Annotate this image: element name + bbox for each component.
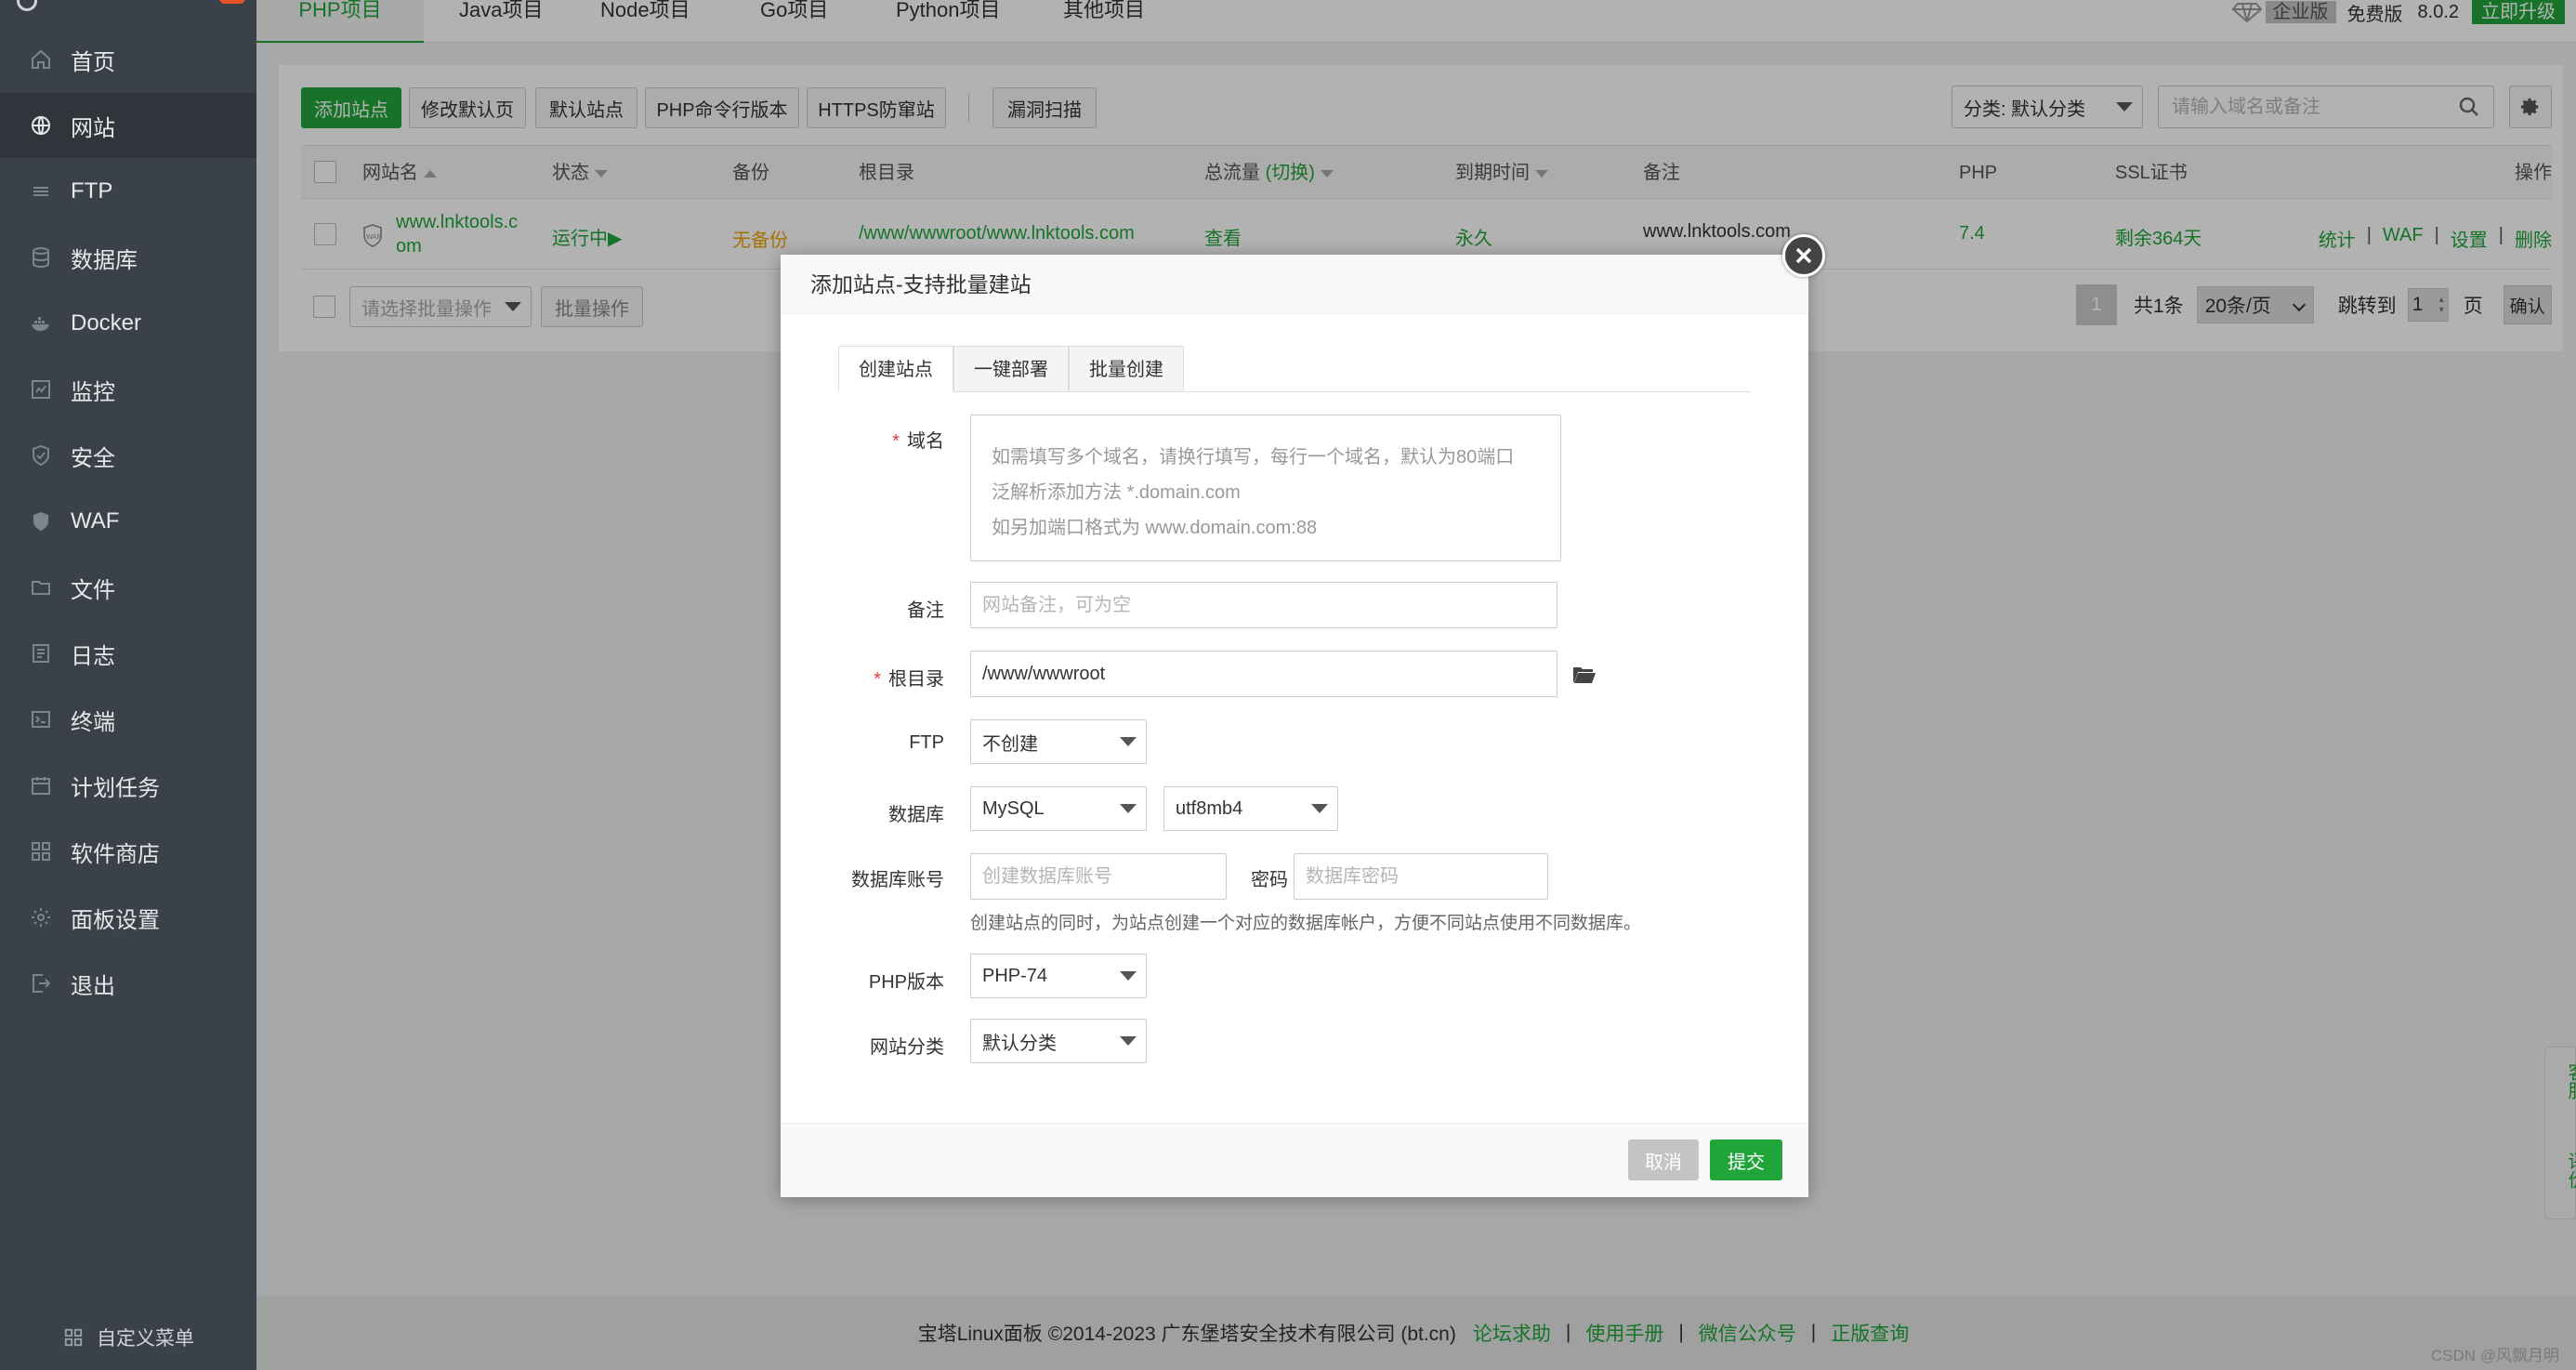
log-icon	[30, 642, 52, 665]
logout-icon	[30, 972, 52, 995]
sidebar-item-label: 数据库	[71, 247, 138, 273]
sidebar-item-label: WAF	[71, 508, 120, 534]
sidebar-item-terminal[interactable]: 终端	[0, 687, 256, 752]
notification-badge[interactable]	[219, 0, 245, 4]
chevron-down-icon	[1120, 737, 1137, 746]
tab-create-site[interactable]: 创建站点	[838, 346, 953, 392]
required-mark: *	[874, 669, 881, 690]
cancel-button[interactable]: 取消	[1628, 1139, 1699, 1180]
database-type-value: MySQL	[982, 797, 1045, 819]
sidebar-item-label: 安全	[71, 445, 115, 471]
sidebar-item-monitor[interactable]: 监控	[0, 357, 256, 422]
sidebar-item-label: 首页	[71, 49, 115, 75]
sidebar-item-security[interactable]: 安全	[0, 423, 256, 488]
sidebar: 首页 网站 FTP 数据库 Docker 监控 安全 WAF 文件 日志 终端	[0, 0, 256, 1370]
database-label: 数据库	[888, 805, 944, 825]
sidebar-item-label: FTP	[71, 178, 113, 204]
ftp-select[interactable]: 不创建	[970, 719, 1147, 764]
chevron-down-icon	[1311, 804, 1328, 813]
add-site-dialog: 添加站点-支持批量建站 创建站点 一键部署 批量创建 * 域名 备注 * 根目录 F…	[781, 255, 1808, 1197]
sidebar-item-label: 终端	[71, 709, 115, 735]
ftp-label: FTP	[909, 732, 944, 753]
db-account-input[interactable]	[970, 853, 1227, 900]
monitor-icon	[30, 378, 52, 401]
database-icon	[30, 246, 52, 269]
chevron-down-icon	[1120, 1036, 1137, 1046]
root-dir-label: * 根目录	[781, 664, 944, 691]
sidebar-item-store[interactable]: 软件商店	[0, 819, 256, 884]
note-input[interactable]	[970, 582, 1557, 628]
sidebar-item-database[interactable]: 数据库	[0, 225, 256, 290]
close-icon	[1794, 246, 1813, 265]
docker-icon	[30, 312, 52, 335]
database-type-select[interactable]: MySQL	[970, 786, 1147, 831]
custom-menu-button[interactable]: 自定义菜单	[63, 1324, 194, 1351]
sidebar-item-docker[interactable]: Docker	[0, 291, 256, 356]
sidebar-item-label: 面板设置	[71, 907, 160, 933]
site-category-label: 网站分类	[870, 1037, 944, 1058]
sidebar-item-label: 网站	[71, 115, 115, 141]
database-charset-select[interactable]: utf8mb4	[1163, 786, 1338, 831]
required-mark: *	[892, 431, 900, 452]
close-dialog-button[interactable]	[1782, 234, 1825, 277]
ftp-icon	[30, 180, 52, 203]
logo-icon	[17, 0, 37, 11]
sidebar-item-files[interactable]: 文件	[0, 555, 256, 620]
sidebar-item-waf[interactable]: WAF	[0, 489, 256, 554]
sidebar-item-label: 监控	[71, 379, 115, 405]
db-password-input[interactable]	[1294, 853, 1548, 900]
sidebar-item-ftp[interactable]: FTP	[0, 159, 256, 224]
folder-open-icon[interactable]	[1572, 665, 1597, 685]
domain-textarea[interactable]	[970, 415, 1561, 561]
gear-icon	[30, 906, 52, 929]
database-charset-value: utf8mb4	[1176, 797, 1243, 819]
tab-one-click-deploy[interactable]: 一键部署	[953, 346, 1069, 392]
shield-icon	[30, 444, 52, 467]
sidebar-item-website[interactable]: 网站	[0, 93, 256, 158]
submit-button[interactable]: 提交	[1710, 1139, 1782, 1180]
dialog-tabs: 创建站点 一键部署 批量创建	[838, 346, 1751, 392]
db-password-label: 密码	[1251, 870, 1288, 890]
tab-batch-create[interactable]: 批量创建	[1069, 346, 1184, 392]
sidebar-item-label: 文件	[71, 577, 115, 603]
php-version-value: PHP-74	[982, 965, 1048, 986]
db-hint-text: 创建站点的同时，为站点创建一个对应的数据库帐户，方便不同站点使用不同数据库。	[970, 914, 1642, 933]
php-version-label: PHP版本	[868, 972, 944, 993]
waf-icon	[30, 510, 52, 533]
sidebar-item-label: Docker	[71, 310, 142, 336]
php-version-select[interactable]: PHP-74	[970, 954, 1147, 998]
sidebar-item-label: 软件商店	[71, 841, 160, 867]
calendar-icon	[30, 774, 52, 797]
grid-icon	[63, 1327, 84, 1348]
ftp-select-value: 不创建	[982, 733, 1038, 755]
domain-label: * 域名	[781, 426, 944, 453]
terminal-icon	[30, 708, 52, 731]
folder-icon	[30, 576, 52, 599]
sidebar-item-cron[interactable]: 计划任务	[0, 753, 256, 818]
chevron-down-icon	[1120, 971, 1137, 981]
globe-icon	[30, 114, 52, 137]
dialog-title: 添加站点-支持批量建站	[781, 255, 1808, 314]
site-category-select[interactable]: 默认分类	[970, 1019, 1147, 1063]
sidebar-item-label: 日志	[71, 643, 115, 669]
site-category-value: 默认分类	[982, 1033, 1057, 1054]
root-dir-label-text: 根目录	[888, 669, 944, 690]
logo	[0, 0, 256, 19]
sidebar-item-label: 退出	[71, 973, 115, 999]
db-account-label: 数据库账号	[851, 870, 944, 890]
sidebar-item-label: 计划任务	[71, 775, 160, 801]
home-icon	[30, 48, 52, 71]
chevron-down-icon	[1120, 804, 1137, 813]
note-label: 备注	[907, 600, 944, 621]
root-dir-input[interactable]	[970, 651, 1557, 697]
sidebar-item-settings[interactable]: 面板设置	[0, 885, 256, 950]
sidebar-item-logout[interactable]: 退出	[0, 951, 256, 1016]
sidebar-item-home[interactable]: 首页	[0, 27, 256, 92]
apps-icon	[30, 840, 52, 863]
sidebar-item-logs[interactable]: 日志	[0, 621, 256, 686]
domain-label-text: 域名	[907, 431, 944, 452]
custom-menu-label: 自定义菜单	[97, 1328, 194, 1350]
